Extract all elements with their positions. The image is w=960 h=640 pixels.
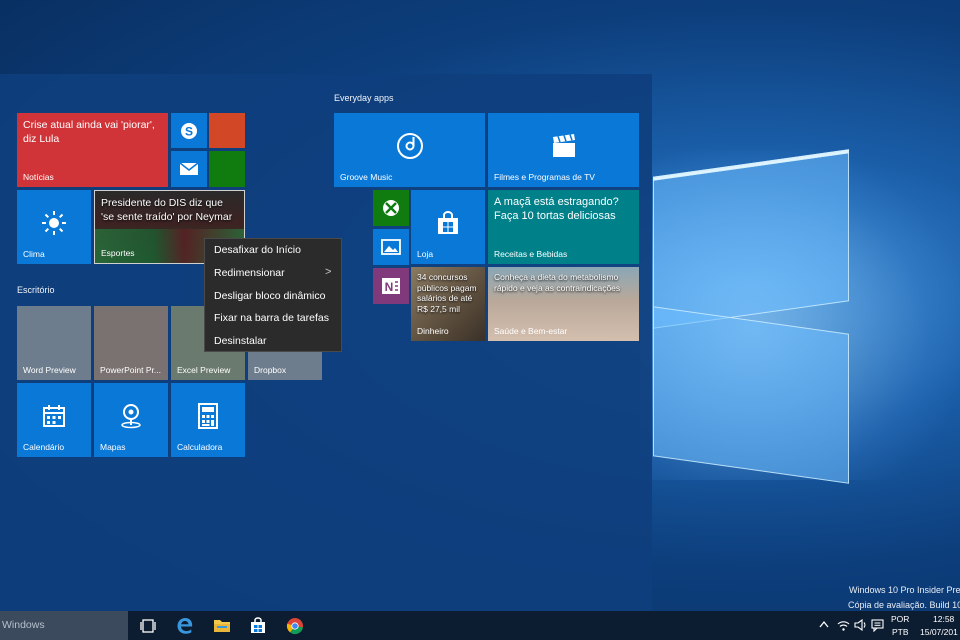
recipes-label: Receitas e Bebidas xyxy=(494,249,568,259)
tile-orange-app[interactable] xyxy=(209,113,245,148)
recipes-headline: A maçã está estragando? Faça 10 tortas d… xyxy=(494,196,619,222)
maps-label: Mapas xyxy=(100,442,126,452)
group-label-office: Escritório xyxy=(17,285,55,295)
excel-label: Excel Preview xyxy=(177,365,231,375)
xbox-icon xyxy=(383,200,399,216)
keyboard-indicator[interactable]: PTB xyxy=(892,627,909,637)
photos-icon xyxy=(381,239,401,255)
tile-weather[interactable]: Clima xyxy=(17,190,91,264)
map-pin-icon xyxy=(121,404,141,429)
weather-label: Clima xyxy=(23,249,45,259)
file-explorer-icon[interactable] xyxy=(213,617,231,633)
tile-groove-music[interactable]: Groove Music xyxy=(334,113,485,187)
sun-icon xyxy=(42,211,66,236)
store-label: Loja xyxy=(417,249,434,259)
tile-xbox[interactable] xyxy=(373,190,409,226)
chrome-icon[interactable] xyxy=(286,617,304,635)
tile-recipes[interactable]: A maçã está estragando? Faça 10 tortas d… xyxy=(488,190,639,264)
tile-powerpoint-preview[interactable]: PowerPoint Pr... xyxy=(94,306,168,380)
onenote-icon: N xyxy=(382,278,400,294)
tile-health[interactable]: Conheça a dieta do metabolismo rápido e … xyxy=(488,267,639,341)
taskbar: Windows POR PTB 12:58 15/07/201 xyxy=(0,611,960,640)
clock-time[interactable]: 12:58 xyxy=(933,614,954,624)
menu-item-uninstall[interactable]: Desinstalar xyxy=(214,335,267,347)
tile-word-preview[interactable]: Word Preview xyxy=(17,306,91,380)
calculator-icon xyxy=(198,403,218,430)
chevron-up-icon[interactable] xyxy=(819,620,829,628)
mail-icon xyxy=(179,162,199,175)
news-headline: Crise atual ainda vai 'piorar', diz Lula xyxy=(23,119,155,145)
tile-store[interactable]: Loja xyxy=(411,190,485,264)
tile-skype[interactable]: S xyxy=(171,113,207,148)
sports-label: Esportes xyxy=(101,248,135,258)
powerpoint-label: PowerPoint Pr... xyxy=(100,365,161,375)
tile-calculator[interactable]: Calculadora xyxy=(171,383,245,457)
clock-date[interactable]: 15/07/201 xyxy=(920,627,958,637)
network-icon[interactable] xyxy=(837,619,850,631)
store-taskbar-icon[interactable] xyxy=(250,617,266,634)
svg-text:S: S xyxy=(185,124,193,138)
notifications-icon[interactable] xyxy=(871,619,884,632)
groove-label: Groove Music xyxy=(340,172,393,182)
health-label: Saúde e Bem-estar xyxy=(494,326,568,336)
calendar-icon xyxy=(43,405,65,428)
store-bag-icon xyxy=(438,211,458,235)
money-headline: 34 concursos públicos pagam salários de … xyxy=(417,272,477,314)
tile-news[interactable]: Crise atual ainda vai 'piorar', diz Lula… xyxy=(17,113,168,187)
tile-context-menu: Desafixar do Início Redimensionar > Desl… xyxy=(204,238,342,352)
tile-green-app[interactable] xyxy=(209,151,245,187)
menu-item-turn-off-live-tile[interactable]: Desligar bloco dinâmico xyxy=(214,290,325,302)
groove-music-icon xyxy=(396,133,423,160)
evaluation-watermark-line2: Cópia de avaliação. Build 10 xyxy=(848,600,960,610)
sports-headline: Presidente do DIS diz que 'se sente traí… xyxy=(101,197,233,223)
tile-calendar[interactable]: Calendário xyxy=(17,383,91,457)
tile-films-tv[interactable]: Filmes e Programas de TV xyxy=(488,113,639,187)
task-view-icon[interactable] xyxy=(140,619,156,633)
calculator-label: Calculadora xyxy=(177,442,223,452)
language-indicator[interactable]: POR xyxy=(891,614,909,624)
tile-money[interactable]: 34 concursos públicos pagam salários de … xyxy=(411,267,485,341)
svg-text:N: N xyxy=(385,280,394,294)
tile-photos[interactable] xyxy=(373,229,409,265)
word-label: Word Preview xyxy=(23,365,76,375)
dropbox-label: Dropbox xyxy=(254,365,287,375)
menu-item-unpin[interactable]: Desafixar do Início xyxy=(214,244,301,256)
edge-icon[interactable] xyxy=(176,617,194,635)
tile-maps[interactable]: Mapas xyxy=(94,383,168,457)
search-box[interactable]: Windows xyxy=(0,611,128,640)
evaluation-watermark-line1: Windows 10 Pro Insider Prev xyxy=(849,585,960,595)
films-label: Filmes e Programas de TV xyxy=(494,172,595,182)
tile-mail[interactable] xyxy=(171,151,207,187)
health-headline: Conheça a dieta do metabolismo rápido e … xyxy=(494,272,621,293)
calendar-label: Calendário xyxy=(23,442,65,452)
film-clapper-icon xyxy=(552,134,575,158)
volume-icon[interactable] xyxy=(854,619,867,631)
search-placeholder: Windows xyxy=(2,619,45,631)
tile-onenote[interactable]: N xyxy=(373,268,409,304)
news-label: Notícias xyxy=(23,172,54,182)
money-label: Dinheiro xyxy=(417,326,449,336)
menu-item-resize[interactable]: Redimensionar xyxy=(214,267,285,279)
skype-icon: S xyxy=(181,122,197,139)
chevron-right-icon: > xyxy=(325,266,332,278)
menu-item-pin-to-taskbar[interactable]: Fixar na barra de tarefas xyxy=(214,312,329,324)
group-label-everyday: Everyday apps xyxy=(334,93,394,103)
